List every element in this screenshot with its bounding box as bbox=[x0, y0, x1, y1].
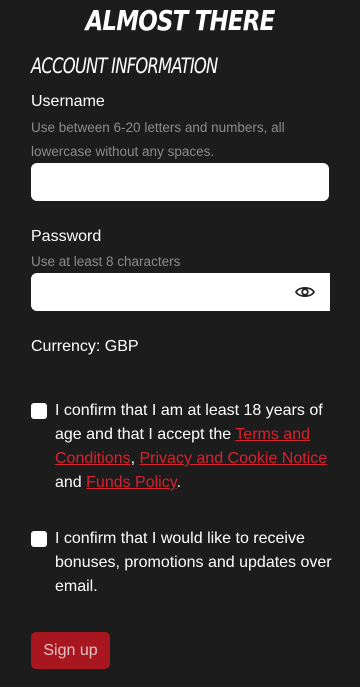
section-title: ACCOUNT INFORMATION bbox=[31, 54, 218, 78]
username-hint: Use between 6-20 letters and numbers, al… bbox=[31, 120, 285, 159]
sign-up-button[interactable]: Sign up bbox=[31, 632, 110, 669]
age-terms-sep-1: , bbox=[130, 450, 140, 467]
password-input[interactable] bbox=[31, 273, 330, 311]
funds-policy-link[interactable]: Funds Policy bbox=[86, 474, 176, 491]
username-label: Username bbox=[31, 93, 105, 110]
privacy-link[interactable]: Privacy and Cookie Notice bbox=[140, 450, 328, 467]
username-input[interactable] bbox=[31, 163, 329, 201]
page-title: ALMOST THERE bbox=[85, 4, 275, 37]
age-terms-sep-2: and bbox=[55, 474, 87, 491]
password-label: Password bbox=[31, 228, 102, 245]
age-terms-text-end: . bbox=[176, 474, 181, 491]
show-password-toggle[interactable] bbox=[294, 280, 316, 304]
age-terms-checkbox[interactable] bbox=[31, 403, 47, 419]
password-hint: Use at least 8 characters bbox=[31, 254, 181, 269]
currency-label: Currency: GBP bbox=[31, 338, 139, 355]
eye-icon bbox=[295, 286, 315, 298]
marketing-text: I confirm that I would like to receive b… bbox=[55, 530, 332, 595]
marketing-checkbox[interactable] bbox=[31, 531, 47, 547]
age-terms-text: I confirm that I am at least 18 years of… bbox=[55, 399, 345, 495]
